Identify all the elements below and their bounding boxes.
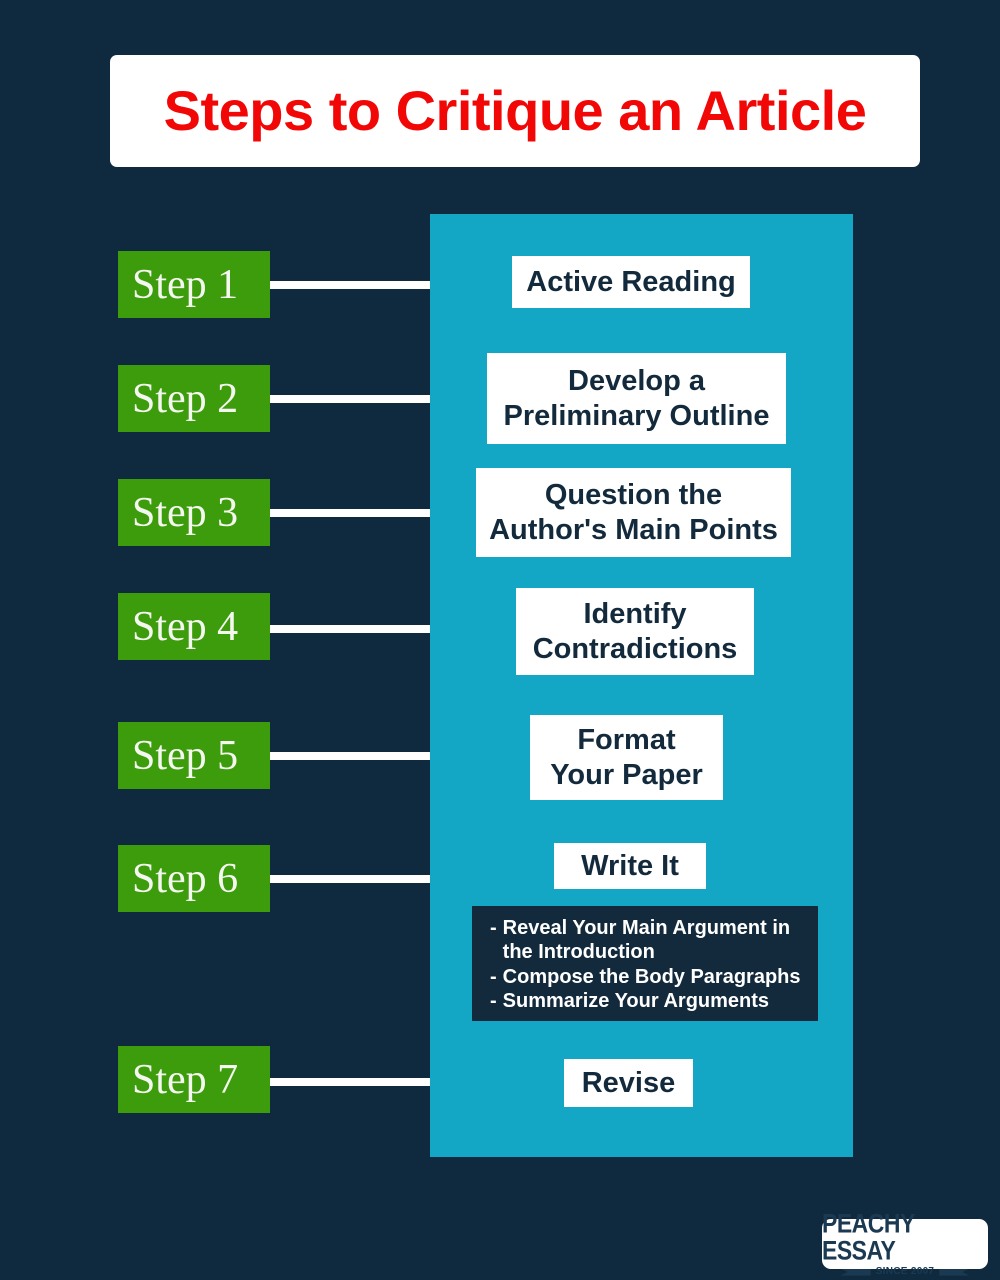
list-item-label: Summarize Your Arguments [502, 989, 770, 1012]
step-chip[interactable]: Step 4 [118, 593, 270, 660]
logo-bar-right-icon [939, 1269, 969, 1276]
step-chip[interactable]: Step 7 [118, 1046, 270, 1113]
list-dash: - [490, 916, 497, 939]
title-banner: Steps to Critique an Article [110, 55, 920, 167]
step-content-line: Your Paper [550, 758, 703, 791]
step-chip-label: Step 6 [132, 855, 239, 902]
step-chip-label: Step 7 [132, 1056, 239, 1103]
step-content-line: Identify [583, 598, 687, 631]
step-content-box[interactable]: Format Your Paper [530, 715, 723, 800]
step-connector-line [270, 395, 430, 403]
step-connector-line [270, 1078, 430, 1086]
step-connector-line [270, 281, 430, 289]
step-chip[interactable]: Step 6 [118, 845, 270, 912]
step-content-line: Active Reading [526, 265, 736, 298]
step-chip[interactable]: Step 2 [118, 365, 270, 432]
list-dash: - [490, 965, 497, 988]
step-content-line: Format [577, 724, 676, 757]
step-connector-line [270, 509, 430, 517]
list-item: - Compose the Body Paragraphs [490, 965, 804, 989]
step-chip-label: Step 2 [132, 375, 239, 422]
step-content-line: Develop a [568, 365, 705, 398]
step-chip[interactable]: Step 1 [118, 251, 270, 318]
step-content-line: Question the [544, 479, 723, 512]
logo-name: PEACHY ESSAY [822, 1207, 915, 1266]
step-connector-line [270, 625, 430, 633]
step-chip-label: Step 4 [132, 603, 239, 650]
step-chip-label: Step 3 [132, 489, 239, 536]
step-chip[interactable]: Step 5 [118, 722, 270, 789]
page-title: Steps to Critique an Article [163, 79, 867, 142]
step-chip-label: Step 1 [132, 261, 239, 308]
step-chip[interactable]: Step 3 [118, 479, 270, 546]
list-item-label: Compose the Body Paragraphs [502, 965, 801, 988]
logo-bar-left-icon [840, 1268, 871, 1276]
step-content-box[interactable]: Revise [564, 1059, 693, 1107]
step-content-line: Contradictions [532, 632, 738, 665]
infographic-page: Steps to Critique an Article Step 1 Activ… [0, 0, 1000, 1280]
step-chip-label: Step 5 [132, 732, 239, 779]
step-connector-line [270, 875, 430, 883]
step-content-line: Author's Main Points [489, 513, 778, 546]
step-content-box[interactable]: Develop a Preliminary Outline [487, 353, 786, 444]
logo-since: SINCE 2007 [875, 1266, 935, 1277]
list-dash: - [490, 989, 497, 1012]
write-it-sublist: - Reveal Your Main Argument in the Intro… [472, 906, 818, 1021]
brand-logo: PEACHY ESSAY SINCE 2007 [822, 1209, 988, 1277]
step-content-line: Revise [581, 1066, 676, 1099]
step-content-line: Write It [581, 849, 679, 882]
step-content-box[interactable]: Active Reading [512, 256, 750, 308]
list-item: - Reveal Your Main Argument in the Intro… [490, 916, 804, 965]
step-content-box[interactable]: Question the Author's Main Points [476, 468, 791, 557]
step-content-box[interactable]: Identify Contradictions [516, 588, 754, 675]
step-connector-line [270, 752, 430, 760]
step-content-box[interactable]: Write It [554, 843, 706, 889]
logo-sub-row: SINCE 2007 [822, 1267, 988, 1277]
list-item: - Summarize Your Arguments [490, 989, 804, 1013]
list-item-label: Reveal Your Main Argument in the Introdu… [502, 916, 791, 964]
step-content-line: Preliminary Outline [503, 399, 770, 432]
